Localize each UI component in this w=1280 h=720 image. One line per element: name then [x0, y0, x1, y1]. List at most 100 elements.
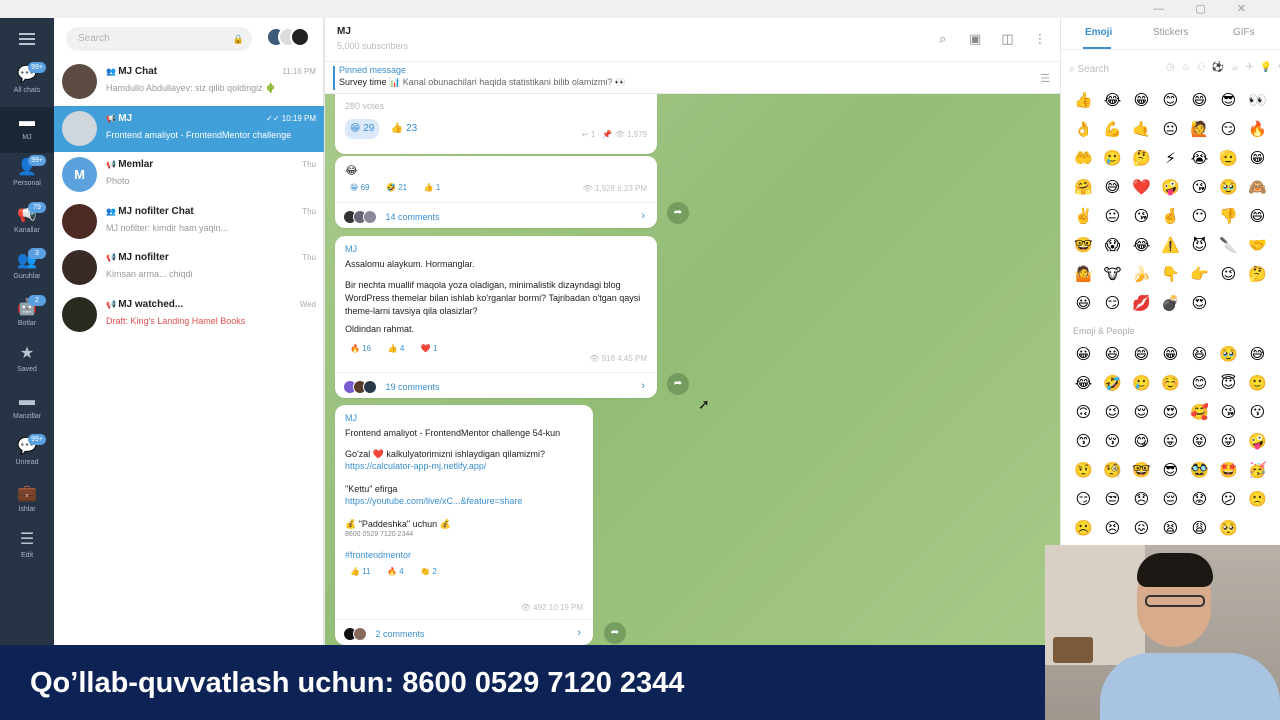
emoji-item[interactable]: 😔: [1156, 485, 1185, 514]
emoji-item[interactable]: 😱: [1098, 231, 1127, 260]
message-poll[interactable]: 280 votes 😁 29 👍 23 ↩ 1 · 📌 👁 1,979: [335, 94, 657, 154]
emoji-item[interactable]: 🥰: [1185, 398, 1214, 427]
emoji-item[interactable]: 🤓: [1127, 456, 1156, 485]
emoji-item[interactable]: 🤝: [1243, 231, 1272, 260]
emoji-item[interactable]: 🥲: [1098, 144, 1127, 173]
emoji-item[interactable]: 🐮: [1098, 260, 1127, 289]
emoji-item[interactable]: 😏: [1214, 115, 1243, 144]
emoji-item[interactable]: ☺️: [1156, 369, 1185, 398]
emoji-item[interactable]: 😋: [1127, 427, 1156, 456]
rail-item[interactable]: ▬ Manzillar: [0, 386, 54, 432]
pin-list-icon[interactable]: ☰: [1040, 72, 1050, 85]
comments-link[interactable]: 2 comments ›: [335, 619, 593, 645]
emoji-item[interactable]: 😃: [1069, 289, 1098, 318]
emoji-item[interactable]: 😏: [1069, 485, 1098, 514]
emoji-item[interactable]: 😎: [1156, 456, 1185, 485]
emoji-item[interactable]: 🤪: [1243, 427, 1272, 456]
rail-item[interactable]: 👥 Guruhlar 3: [0, 246, 54, 292]
emoji-item[interactable]: 🙁: [1243, 485, 1272, 514]
pinned-message[interactable]: Pinned message Survey time 📊 Kanal obuna…: [325, 62, 1060, 94]
emoji-item[interactable]: 😄: [1185, 86, 1214, 115]
emoji-item[interactable]: 🫡: [1214, 144, 1243, 173]
comments-link[interactable]: 19 comments ›: [335, 372, 657, 398]
emoji-item[interactable]: 😞: [1127, 485, 1156, 514]
emoji-item[interactable]: 😖: [1127, 514, 1156, 543]
reaction-chip[interactable]: 👍 4: [382, 341, 410, 357]
emoji-item[interactable]: 😚: [1098, 427, 1127, 456]
chat-row[interactable]: M 📢 Memlar Thu Photo: [54, 152, 324, 198]
emoji-item[interactable]: 😁: [1156, 340, 1185, 369]
emoji-item[interactable]: 🥸: [1185, 456, 1214, 485]
emoji-item[interactable]: 🤔: [1127, 144, 1156, 173]
emoji-item[interactable]: 🙋: [1185, 115, 1214, 144]
emoji-item[interactable]: 🙂: [1243, 369, 1272, 398]
reaction-chip[interactable]: 👏 2: [415, 564, 442, 580]
emoji-item[interactable]: 😗: [1243, 398, 1272, 427]
emoji-item[interactable]: 🤣: [1098, 369, 1127, 398]
emoji-item[interactable]: 😘: [1185, 173, 1214, 202]
emoji-item[interactable]: 🧐: [1098, 456, 1127, 485]
emoji-item[interactable]: 😂: [1127, 231, 1156, 260]
emoji-item[interactable]: ⚡: [1156, 144, 1185, 173]
reaction-chip[interactable]: ❤️ 1: [415, 341, 443, 357]
more-icon[interactable]: ⋮: [1032, 31, 1048, 47]
reaction-chip[interactable]: 🔥 16: [345, 341, 377, 357]
emoji-item[interactable]: 🥺: [1214, 514, 1243, 543]
reaction-chip[interactable]: 😁 29: [345, 119, 380, 139]
tab-gifs[interactable]: GIFs: [1233, 27, 1255, 38]
emoji-item[interactable]: 🥳: [1243, 456, 1272, 485]
emoji-item[interactable]: 🙃: [1069, 398, 1098, 427]
emoji-item[interactable]: 🥹: [1214, 173, 1243, 202]
emoji-item[interactable]: 🤩: [1214, 456, 1243, 485]
emoji-item[interactable]: 😟: [1185, 485, 1214, 514]
rail-item[interactable]: 📢 Kanallar 79: [0, 200, 54, 246]
chat-row[interactable]: 👥 MJ Chat 11:16 PM Hamdullo Abdullayev: si…: [54, 59, 324, 105]
chat-row[interactable]: 📢 MJ watched... Wed Draft: King's Landing …: [54, 292, 324, 338]
rail-item[interactable]: 🤖 Botlar 2: [0, 293, 54, 339]
emoji-item[interactable]: ✌️: [1069, 202, 1098, 231]
emoji-item[interactable]: 🤪: [1156, 173, 1185, 202]
emoji-item[interactable]: 🤓: [1069, 231, 1098, 260]
tab-stickers[interactable]: Stickers: [1153, 27, 1189, 38]
reaction-chip[interactable]: 👍 11: [345, 564, 376, 580]
live-icon[interactable]: ▣: [967, 31, 983, 47]
message-link[interactable]: https://youtube.com/live/xC...&feature=s…: [345, 496, 583, 506]
emoji-item[interactable]: 😶: [1185, 202, 1214, 231]
rail-item[interactable]: ▬ MJ: [0, 106, 54, 153]
emoji-item[interactable]: 😌: [1127, 398, 1156, 427]
emoji-item[interactable]: 😂: [1069, 369, 1098, 398]
emoji-item[interactable]: 😁: [1243, 144, 1272, 173]
emoji-item[interactable]: 💋: [1127, 289, 1156, 318]
message-post[interactable]: MJ Frontend amaliyot - FrontendMentor ch…: [335, 405, 593, 645]
stories-avatars[interactable]: [266, 27, 314, 49]
reaction-chip[interactable]: 👍 1: [418, 180, 446, 196]
emoji-item[interactable]: 🙈: [1243, 173, 1272, 202]
emoji-item[interactable]: 😘: [1127, 202, 1156, 231]
emoji-item[interactable]: 😛: [1156, 427, 1185, 456]
tab-emoji[interactable]: Emoji: [1085, 27, 1112, 38]
hashtag-link[interactable]: #frontendmentor: [345, 550, 583, 560]
sidebar-icon[interactable]: ◫: [1000, 31, 1016, 47]
emoji-item[interactable]: 🥲: [1127, 369, 1156, 398]
chat-row[interactable]: 📢 MJ nofilter Thu Kimsan arma... chiqdi: [54, 245, 324, 291]
emoji-item[interactable]: 👍: [1069, 86, 1098, 115]
message-post[interactable]: MJ Assalomu alaykum. Hormanglar. Bir nec…: [335, 236, 657, 398]
emoji-item[interactable]: 👉: [1185, 260, 1214, 289]
emoji-item[interactable]: 😍: [1156, 398, 1185, 427]
emoji-item[interactable]: 🥹: [1214, 340, 1243, 369]
emoji-item[interactable]: ☹️: [1069, 514, 1098, 543]
chat-title[interactable]: MJ: [337, 26, 351, 37]
emoji-item[interactable]: 💣: [1156, 289, 1185, 318]
emoji-item[interactable]: 👀: [1243, 86, 1272, 115]
forward-icon[interactable]: ➦: [667, 373, 689, 395]
chat-row[interactable]: 📢 MJ ✓✓ 10:19 PM Frontend amaliyot - Front…: [54, 105, 324, 152]
emoji-item[interactable]: 😇: [1214, 369, 1243, 398]
emoji-item[interactable]: 😊: [1185, 369, 1214, 398]
reaction-chip[interactable]: 🔥 4: [382, 564, 409, 580]
emoji-item[interactable]: 😕: [1214, 485, 1243, 514]
emoji-item[interactable]: 👎: [1214, 202, 1243, 231]
emoji-item[interactable]: 😂: [1098, 86, 1127, 115]
menu-icon[interactable]: [19, 33, 35, 48]
emoji-item[interactable]: 😣: [1098, 514, 1127, 543]
emoji-item[interactable]: 😄: [1127, 340, 1156, 369]
